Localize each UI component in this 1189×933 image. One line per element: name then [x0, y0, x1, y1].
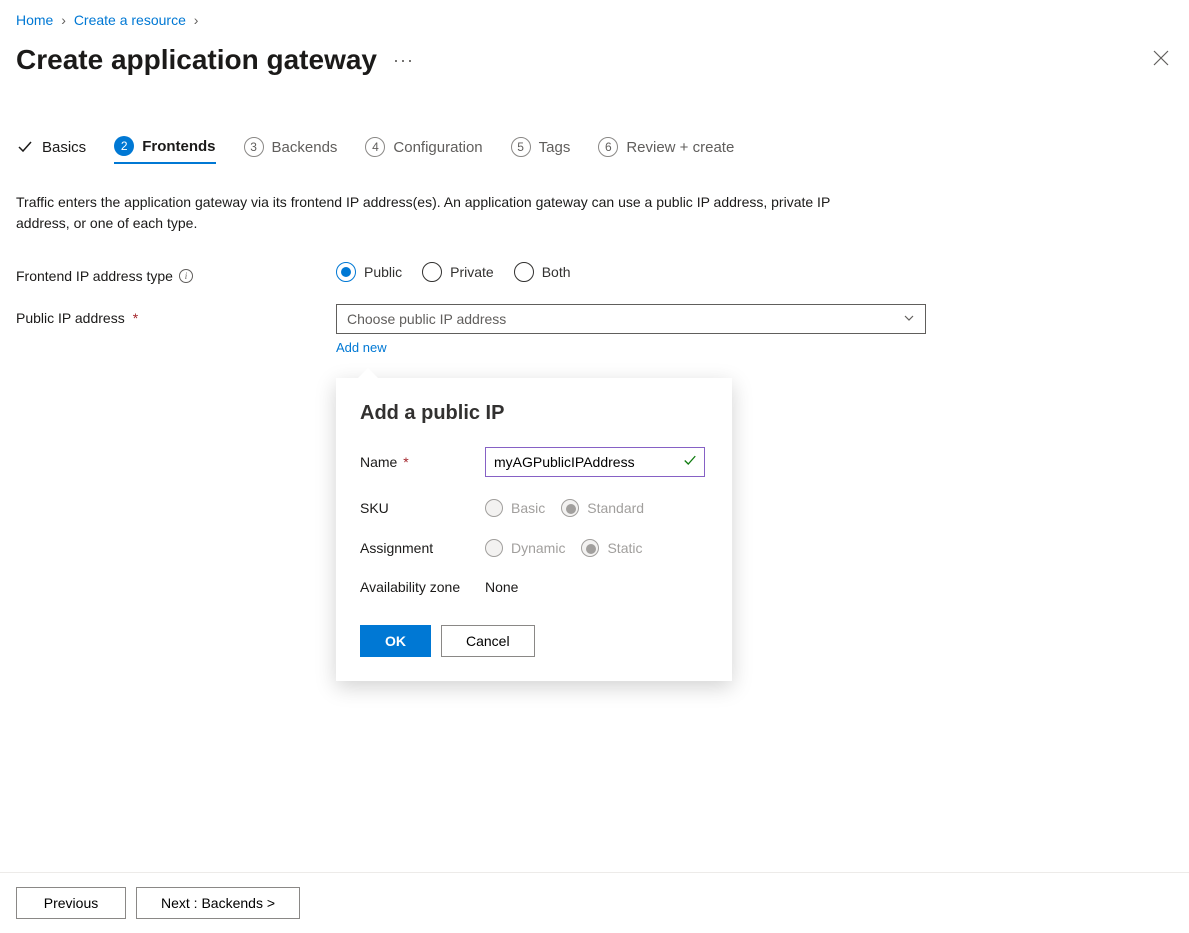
public-ip-select[interactable]: Choose public IP address: [336, 304, 926, 334]
radio-icon: [581, 539, 599, 557]
cancel-button[interactable]: Cancel: [441, 625, 535, 657]
next-button[interactable]: Next : Backends >: [136, 887, 300, 919]
radio-private[interactable]: Private: [422, 262, 494, 282]
tab-review-create[interactable]: 6 Review + create: [598, 136, 734, 164]
radio-icon: [485, 539, 503, 557]
frontend-ip-type-radiogroup: Public Private Both: [336, 262, 926, 282]
radio-assignment-dynamic: Dynamic: [485, 539, 565, 557]
check-icon: [683, 454, 697, 471]
info-icon[interactable]: i: [179, 269, 193, 283]
radio-sku-basic: Basic: [485, 499, 545, 517]
wizard-footer: Previous Next : Backends >: [0, 872, 1189, 933]
page-title: Create application gateway: [16, 44, 377, 76]
tab-label: Configuration: [393, 139, 482, 156]
radio-label: Dynamic: [511, 540, 565, 556]
sku-label: SKU: [360, 500, 485, 516]
tab-frontends[interactable]: 2 Frontends: [114, 136, 215, 164]
name-label: Name *: [360, 454, 485, 470]
tab-description: Traffic enters the application gateway v…: [0, 192, 880, 234]
add-new-link[interactable]: Add new: [336, 340, 387, 355]
check-icon: [16, 138, 34, 156]
breadcrumb: Home › Create a resource ›: [0, 0, 1189, 36]
radio-sku-standard: Standard: [561, 499, 644, 517]
breadcrumb-create-resource[interactable]: Create a resource: [74, 12, 186, 28]
radio-both[interactable]: Both: [514, 262, 571, 282]
tab-label: Frontends: [142, 138, 215, 155]
radio-label: Static: [607, 540, 642, 556]
required-indicator: *: [133, 310, 138, 326]
callout-title: Add a public IP: [360, 402, 708, 425]
tab-label: Backends: [272, 139, 338, 156]
radio-icon: [485, 499, 503, 517]
radio-label: Private: [450, 264, 494, 280]
add-public-ip-callout: Add a public IP Name * SKU Basic: [336, 378, 732, 681]
step-number-icon: 6: [598, 137, 618, 157]
wizard-tabs: Basics 2 Frontends 3 Backends 4 Configur…: [0, 136, 1189, 164]
step-number-icon: 4: [365, 137, 385, 157]
tab-basics[interactable]: Basics: [16, 136, 86, 164]
step-number-icon: 5: [511, 137, 531, 157]
more-actions-button[interactable]: ···: [393, 50, 414, 71]
close-icon[interactable]: [1149, 45, 1173, 76]
breadcrumb-home[interactable]: Home: [16, 12, 53, 28]
tab-label: Review + create: [626, 139, 734, 156]
public-ip-label: Public IP address *: [16, 304, 336, 326]
tab-tags[interactable]: 5 Tags: [511, 136, 571, 164]
tab-label: Tags: [539, 139, 571, 156]
availability-zone-value: None: [485, 579, 708, 595]
select-placeholder: Choose public IP address: [347, 311, 506, 327]
tab-configuration[interactable]: 4 Configuration: [365, 136, 482, 164]
radio-assignment-static: Static: [581, 539, 642, 557]
frontend-ip-type-label: Frontend IP address type i: [16, 262, 336, 284]
previous-button[interactable]: Previous: [16, 887, 126, 919]
step-number-icon: 3: [244, 137, 264, 157]
radio-icon: [514, 262, 534, 282]
name-input[interactable]: [485, 447, 705, 477]
assignment-label: Assignment: [360, 540, 485, 556]
chevron-right-icon: ›: [194, 12, 199, 28]
radio-public[interactable]: Public: [336, 262, 402, 282]
radio-icon: [422, 262, 442, 282]
ok-button[interactable]: OK: [360, 625, 431, 657]
tab-backends[interactable]: 3 Backends: [244, 136, 338, 164]
radio-label: Both: [542, 264, 571, 280]
radio-icon: [336, 262, 356, 282]
radio-label: Basic: [511, 500, 545, 516]
availability-zone-label: Availability zone: [360, 579, 485, 595]
radio-label: Standard: [587, 500, 644, 516]
required-indicator: *: [403, 454, 408, 470]
tab-label: Basics: [42, 139, 86, 156]
chevron-right-icon: ›: [61, 12, 66, 28]
radio-label: Public: [364, 264, 402, 280]
step-number-icon: 2: [114, 136, 134, 156]
radio-icon: [561, 499, 579, 517]
chevron-down-icon: [903, 312, 915, 327]
